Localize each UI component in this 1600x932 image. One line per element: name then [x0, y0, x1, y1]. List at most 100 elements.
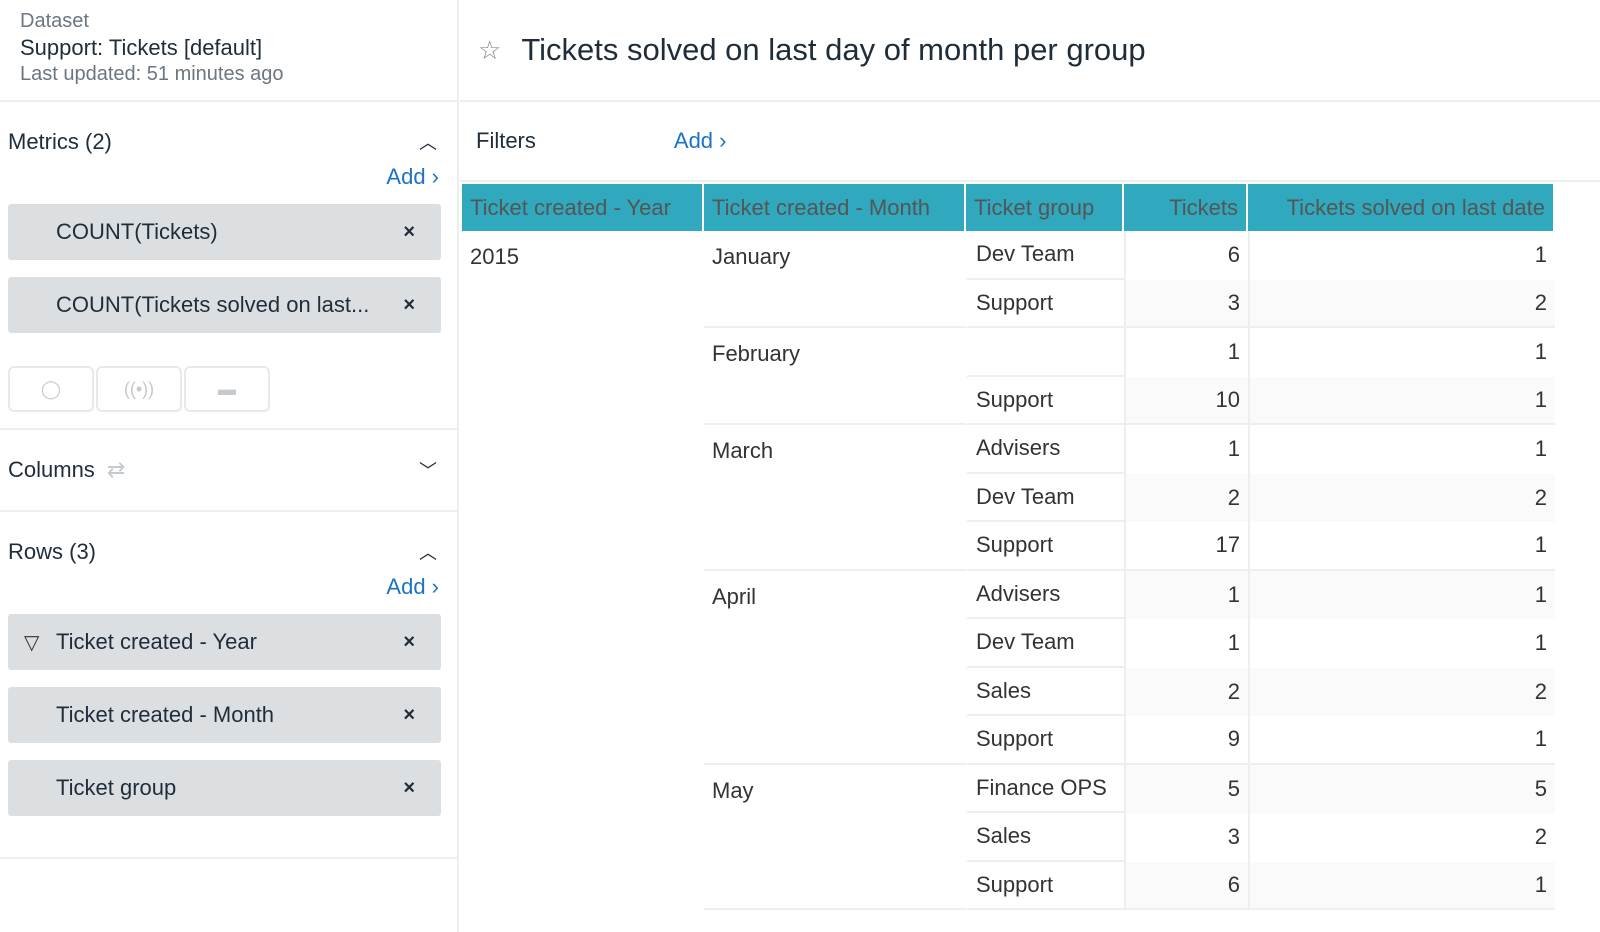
dataset-updated: Last updated: 51 minutes ago	[20, 63, 284, 85]
close-icon[interactable]: ×	[403, 777, 415, 800]
solved-last-date-cell: 1	[1248, 570, 1555, 619]
columns-title: Columns	[8, 457, 95, 482]
tickets-cell: 9	[1124, 716, 1248, 765]
report-header: ☆ Tickets solved on last day of month per…	[460, 0, 1600, 102]
rows-section: Rows (3) ︿ Add › ▽ Ticket created - Year × …	[0, 512, 457, 859]
tickets-cell: 5	[1124, 764, 1248, 813]
tickets-cell: 1	[1124, 328, 1248, 377]
group-cell: Sales	[966, 667, 1124, 716]
tickets-cell: 2	[1124, 667, 1248, 716]
table-row: 2015 January Dev Team 6 1	[462, 231, 1555, 328]
group-cell	[966, 328, 1124, 377]
filters-bar: Filters Add ›	[460, 102, 1600, 182]
month-cell: April	[704, 571, 966, 765]
chevron-down-icon[interactable]: ﹀	[419, 457, 437, 483]
group-cell: Dev Team	[966, 231, 1124, 280]
column-header[interactable]: Ticket created - Month	[704, 184, 966, 231]
group-cell: Dev Team	[966, 473, 1124, 522]
report-title[interactable]: Tickets solved on last day of month per …	[521, 32, 1145, 68]
tickets-cell: 6	[1124, 861, 1248, 910]
solved-last-date-cell: 2	[1248, 813, 1555, 862]
solved-last-date-cell: 2	[1248, 667, 1555, 716]
group-cell: Dev Team	[966, 619, 1124, 668]
solved-last-date-cell: 2	[1248, 473, 1555, 522]
add-row-link[interactable]: Add ›	[0, 574, 457, 614]
row-pill[interactable]: Ticket group ×	[8, 760, 441, 816]
group-cell: Support	[966, 861, 1124, 910]
solved-last-date-cell: 1	[1248, 231, 1555, 280]
solved-last-date-cell: 1	[1248, 522, 1555, 571]
chevron-up-icon[interactable]: ︿	[419, 129, 437, 155]
metric-tools: ◯ ((•)) ▬	[0, 350, 457, 428]
tickets-cell: 3	[1124, 813, 1248, 862]
filters-label: Filters	[476, 128, 536, 153]
config-panel: Dataset Support: Tickets [default] Last …	[0, 0, 459, 932]
star-icon[interactable]: ☆	[478, 35, 501, 66]
group-cell: Sales	[966, 813, 1124, 862]
close-icon[interactable]: ×	[403, 294, 415, 317]
add-metric-link[interactable]: Add ›	[0, 164, 457, 204]
rows-title: Rows (3)	[8, 539, 97, 564]
group-cell: Support	[966, 716, 1124, 765]
month-cell: January	[704, 231, 966, 328]
solved-last-date-cell: 1	[1248, 328, 1555, 377]
broadcast-icon[interactable]: ((•))	[96, 366, 182, 412]
tickets-cell: 1	[1124, 425, 1248, 474]
metrics-section: Metrics (2) ︿ Add › COUNT(Tickets) × COUNT…	[0, 102, 457, 430]
close-icon[interactable]: ×	[403, 631, 415, 654]
metric-label: COUNT(Tickets solved on last...	[56, 292, 370, 317]
tickets-cell: 1	[1124, 619, 1248, 668]
year-cell: 2015	[470, 244, 519, 269]
columns-header[interactable]: Columns ⇄ ﹀	[0, 430, 457, 510]
tickets-cell: 10	[1124, 376, 1248, 425]
group-cell: Finance OPS	[966, 764, 1124, 813]
solved-last-date-cell: 1	[1248, 861, 1555, 910]
comment-icon[interactable]: ▬	[184, 366, 270, 412]
solved-last-date-cell: 1	[1248, 716, 1555, 765]
group-cell: Support	[966, 279, 1124, 328]
dataset-label: Dataset	[20, 10, 89, 32]
tickets-cell: 2	[1124, 473, 1248, 522]
row-label: Ticket group	[56, 775, 177, 800]
close-icon[interactable]: ×	[403, 221, 415, 244]
group-cell: Advisers	[966, 425, 1124, 474]
solved-last-date-cell: 1	[1248, 376, 1555, 425]
solved-last-date-cell: 2	[1248, 279, 1555, 328]
pivot-table: Ticket created - Year Ticket created - Mo…	[462, 184, 1555, 910]
add-filter-link[interactable]: Add ›	[674, 128, 727, 154]
month-cell: March	[704, 425, 966, 571]
solved-last-date-cell: 1	[1248, 619, 1555, 668]
chevron-up-icon[interactable]: ︿	[419, 539, 437, 565]
group-cell: Support	[966, 522, 1124, 571]
row-pill[interactable]: ▽ Ticket created - Year ×	[8, 614, 441, 670]
column-header[interactable]: Ticket created - Year	[462, 184, 704, 231]
metric-label: COUNT(Tickets)	[56, 219, 218, 244]
tickets-cell: 1	[1124, 570, 1248, 619]
close-icon[interactable]: ×	[403, 704, 415, 727]
metric-pill[interactable]: COUNT(Tickets solved on last... ×	[8, 277, 441, 333]
group-cell: Advisers	[966, 570, 1124, 619]
column-header[interactable]: Ticket group	[966, 184, 1124, 231]
columns-section: Columns ⇄ ﹀	[0, 430, 457, 512]
metric-pill[interactable]: COUNT(Tickets) ×	[8, 204, 441, 260]
report-area: ☆ Tickets solved on last day of month per…	[460, 0, 1600, 932]
column-header[interactable]: Tickets solved on last date	[1248, 184, 1555, 231]
dataset-name[interactable]: Support: Tickets [default]	[20, 35, 437, 61]
month-cell: May	[704, 765, 966, 910]
row-label: Ticket created - Month	[56, 702, 275, 727]
swap-icon[interactable]: ⇄	[107, 457, 125, 483]
group-cell: Support	[966, 376, 1124, 425]
column-header[interactable]: Tickets	[1124, 184, 1248, 231]
month-cell: February	[704, 328, 966, 425]
solved-last-date-cell: 1	[1248, 425, 1555, 474]
solved-last-date-cell: 5	[1248, 764, 1555, 813]
dataset-info: Dataset Support: Tickets [default] Last …	[0, 0, 457, 102]
filter-icon[interactable]: ▽	[24, 630, 39, 655]
tickets-cell: 3	[1124, 279, 1248, 328]
tickets-cell: 17	[1124, 522, 1248, 571]
row-label: Ticket created - Year	[56, 629, 257, 654]
tickets-cell: 6	[1124, 231, 1248, 280]
metrics-title: Metrics (2)	[8, 129, 112, 154]
drop-icon[interactable]: ◯	[8, 366, 94, 412]
row-pill[interactable]: Ticket created - Month ×	[8, 687, 441, 743]
